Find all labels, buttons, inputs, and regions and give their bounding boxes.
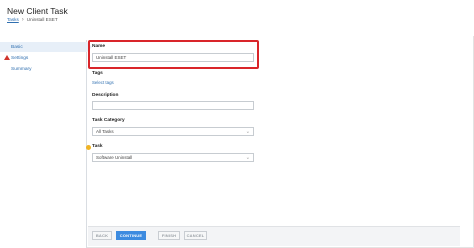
task-label: Task: [92, 144, 103, 149]
sidebar-item-summary[interactable]: Summary: [0, 64, 87, 74]
page-header: New Client Task Tasks › Uninstall ESET: [0, 0, 474, 36]
breadcrumb-current: Uninstall ESET: [26, 17, 58, 22]
name-label: Name: [92, 44, 106, 49]
wizard-sidebar: Basic Settings Summary: [0, 40, 92, 248]
tags-label: Tags: [92, 71, 103, 76]
name-input[interactable]: Uninstall ESET: [92, 53, 254, 62]
task-category-select[interactable]: All Tasks ⌄: [92, 127, 254, 136]
task-category-label: Task Category: [92, 118, 125, 123]
sidebar-item-basic[interactable]: Basic: [0, 42, 92, 52]
lightbulb-icon: [86, 145, 91, 150]
breadcrumb: Tasks › Uninstall ESET: [7, 16, 58, 23]
select-tags-link[interactable]: Select tags: [92, 80, 114, 85]
sidebar-item-label: Settings: [11, 55, 29, 61]
sidebar-item-label: Summary: [11, 66, 32, 72]
task-value: Software Uninstall: [96, 155, 133, 160]
finish-button[interactable]: FINISH: [158, 231, 180, 240]
chevron-down-icon: ⌄: [245, 155, 250, 160]
sidebar-item-label: Basic: [11, 44, 23, 50]
description-input[interactable]: [92, 101, 254, 110]
chevron-right-icon: ›: [21, 16, 24, 23]
continue-button[interactable]: CONTINUE: [116, 231, 146, 240]
cancel-button[interactable]: CANCEL: [184, 231, 207, 240]
wizard-footer: BACK CONTINUE FINISH CANCEL: [88, 226, 460, 246]
page-title: New Client Task: [7, 6, 68, 16]
chevron-down-icon: ⌄: [245, 129, 250, 134]
task-category-value: All Tasks: [96, 129, 114, 134]
task-select[interactable]: Software Uninstall ⌄: [92, 153, 254, 162]
sidebar-item-settings[interactable]: Settings: [0, 53, 87, 63]
description-label: Description: [92, 93, 119, 98]
back-button[interactable]: BACK: [92, 231, 112, 240]
warning-icon: [4, 55, 10, 60]
breadcrumb-tasks-link[interactable]: Tasks: [7, 17, 19, 22]
